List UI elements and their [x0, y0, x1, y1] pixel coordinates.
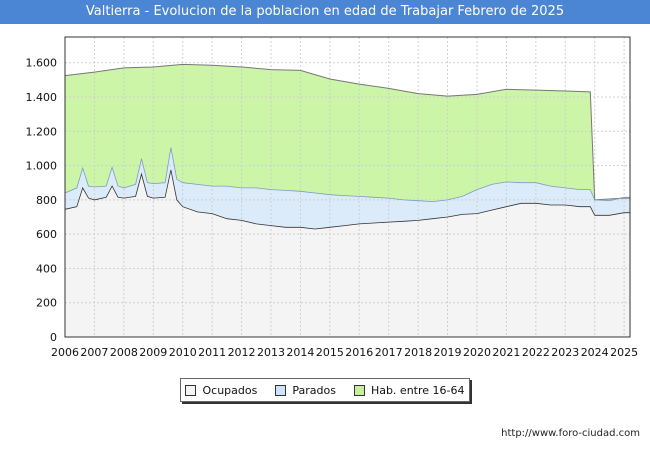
x-tick-label-10: 2016 — [345, 346, 373, 359]
x-tick-label-7: 2013 — [257, 346, 285, 359]
y-tick-label-6: 1.200 — [26, 125, 58, 138]
x-tick-label-15: 2021 — [492, 346, 520, 359]
legend-label-ocupados: Ocupados — [202, 383, 258, 397]
y-tick-label-8: 1.600 — [26, 57, 58, 70]
legend-swatch-ocupados — [185, 384, 197, 396]
x-tick-label-11: 2017 — [375, 346, 403, 359]
x-tick-label-19: 2025 — [610, 346, 638, 359]
legend-item-parados: Parados — [275, 384, 336, 397]
legend-label-parados: Parados — [292, 383, 336, 397]
y-tick-label-0: 0 — [50, 331, 57, 344]
x-tick-label-13: 2019 — [434, 346, 462, 359]
legend-swatch-parados — [275, 384, 287, 396]
y-tick-label-4: 800 — [36, 194, 57, 207]
x-tick-label-5: 2011 — [198, 346, 226, 359]
legend-item-ocupados: Ocupados — [185, 384, 257, 397]
y-tick-label-1: 200 — [36, 297, 57, 310]
chart-title: Valtierra - Evolucion de la poblacion en… — [0, 0, 650, 24]
x-tick-label-16: 2022 — [522, 346, 550, 359]
x-tick-label-3: 2009 — [139, 346, 167, 359]
x-tick-label-6: 2012 — [228, 346, 256, 359]
y-tick-label-3: 600 — [36, 228, 57, 241]
y-tick-label-7: 1.400 — [26, 91, 58, 104]
x-tick-label-8: 2014 — [286, 346, 314, 359]
x-tick-label-12: 2018 — [404, 346, 432, 359]
x-tick-label-9: 2015 — [316, 346, 344, 359]
y-tick-label-5: 1.000 — [26, 160, 58, 173]
legend-item-hab: Hab. entre 16-64 — [353, 383, 465, 397]
x-tick-label-18: 2024 — [581, 346, 609, 359]
legend-swatch-hab — [353, 384, 365, 396]
population-area-chart: 02004006008001.0001.2001.4001.6002006 200… — [26, 36, 638, 359]
source-url[interactable]: http://www.foro-ciudad.com — [501, 428, 640, 439]
x-tick-label-17: 2023 — [551, 346, 579, 359]
x-tick-label-4: 2010 — [169, 346, 197, 359]
chart-legend: Ocupados Parados Hab. entre 16-64 — [180, 378, 470, 402]
x-tick-label-0: 2006 — [51, 346, 79, 359]
x-tick-label-1: 2007 — [80, 346, 108, 359]
x-tick-label-14: 2020 — [463, 346, 491, 359]
y-tick-label-2: 400 — [36, 262, 57, 275]
legend-label-hab: Hab. entre 16-64 — [370, 383, 465, 397]
x-tick-label-2: 2008 — [110, 346, 138, 359]
